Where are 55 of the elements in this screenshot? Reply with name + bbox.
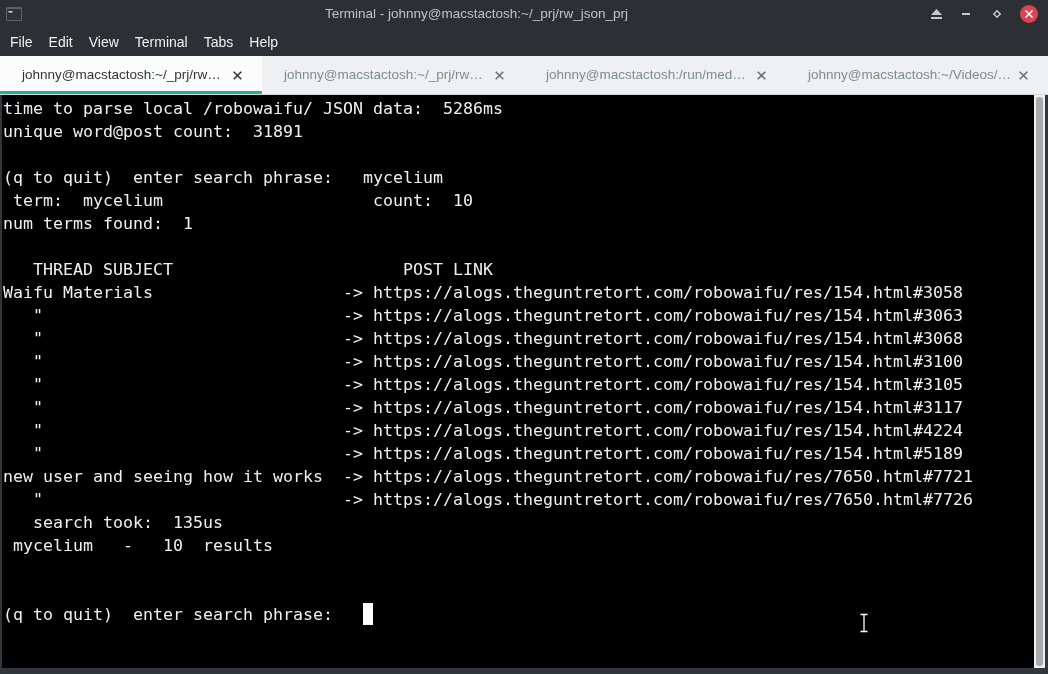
i-beam-pointer-icon: [859, 613, 869, 633]
post-link: https://alogs.theguntretort.com/robowaifu/res/154.html#3058: [372, 282, 963, 304]
menu-item[interactable]: View: [80, 28, 127, 56]
terminal-text: term: mycelium count: 10: [13, 191, 473, 210]
terminal-text: (q to quit) enter search phrase: mycelium: [3, 168, 443, 187]
column-header: THREAD SUBJECT: [33, 259, 173, 281]
arrow-text: ->: [343, 443, 363, 465]
post-link: https://alogs.theguntretort.com/robowaifu/res/154.html#3068: [372, 328, 963, 350]
eject-icon[interactable]: [931, 9, 942, 19]
ditto-mark: ": [33, 420, 43, 442]
terminal-text: num terms found: 1: [3, 214, 193, 233]
terminal-text: time to parse local /robowaifu/ JSON data: 5286ms: [3, 99, 503, 118]
post-link: https://alogs.theguntretort.com/robowaifu/res/154.html#3117: [372, 397, 963, 419]
post-link: https://alogs.theguntretort.com/robowaifu/res/154.html#3100: [372, 351, 963, 373]
menu-item[interactable]: Tabs: [195, 28, 242, 56]
arrow-text: ->: [343, 305, 363, 327]
terminal-text: mycelium - 10 results: [13, 536, 273, 555]
close-icon[interactable]: [1020, 5, 1038, 23]
arrow-text: ->: [343, 397, 363, 419]
post-link: https://alogs.theguntretort.com/robowaifu/res/154.html#3063: [372, 305, 963, 327]
window-title: Terminal - johnny@macstactosh:~/_prj/rw_json_prj: [325, 5, 628, 21]
menu-item[interactable]: Terminal: [126, 28, 196, 56]
arrow-text: ->: [343, 374, 363, 396]
terminal-tab[interactable]: johnny@macstactosh:~/_prj/rw…: [0, 56, 262, 94]
ditto-mark: ": [33, 397, 43, 419]
post-link: https://alogs.theguntretort.com/robowaifu/res/154.html#4224: [372, 420, 963, 442]
arrow-text: ->: [343, 328, 363, 350]
column-header: POST LINK: [402, 259, 493, 281]
ditto-mark: ": [33, 305, 43, 327]
post-link: https://alogs.theguntretort.com/robowaifu/res/7650.html#7721: [372, 466, 973, 488]
menu-item[interactable]: File: [2, 28, 41, 56]
prompt-text: (q to quit) enter search phrase:: [3, 605, 333, 624]
thread-subject: Waifu Materials: [3, 282, 153, 304]
terminal-text: unique word@post count: 31891: [3, 122, 303, 141]
arrow-text: ->: [343, 489, 363, 511]
ditto-mark: ": [33, 328, 43, 350]
close-icon[interactable]: [233, 70, 242, 80]
ditto-mark: ": [33, 374, 43, 396]
ditto-mark: ": [33, 351, 43, 373]
terminal-text: search took: 135us: [33, 513, 223, 532]
ditto-mark: ": [33, 443, 43, 465]
arrow-text: ->: [343, 420, 363, 442]
arrow-text: ->: [343, 282, 363, 304]
post-link: https://alogs.theguntretort.com/robowaifu/res/154.html#3105: [372, 374, 963, 396]
menu-item[interactable]: Help: [241, 28, 287, 56]
terminal-screen[interactable]: [2, 95, 1034, 668]
post-link: https://alogs.theguntretort.com/robowaifu/res/154.html#5189: [372, 443, 963, 465]
terminal-icon: [6, 7, 22, 21]
arrow-text: ->: [343, 351, 363, 373]
ditto-mark: ": [33, 489, 43, 511]
arrow-text: ->: [343, 466, 363, 488]
thread-subject: new user and seeing how it works: [3, 466, 323, 488]
maximize-icon[interactable]: [993, 10, 1001, 18]
menu-item[interactable]: Edit: [40, 28, 81, 56]
post-link: https://alogs.theguntretort.com/robowaifu/res/7650.html#7726: [372, 489, 973, 511]
